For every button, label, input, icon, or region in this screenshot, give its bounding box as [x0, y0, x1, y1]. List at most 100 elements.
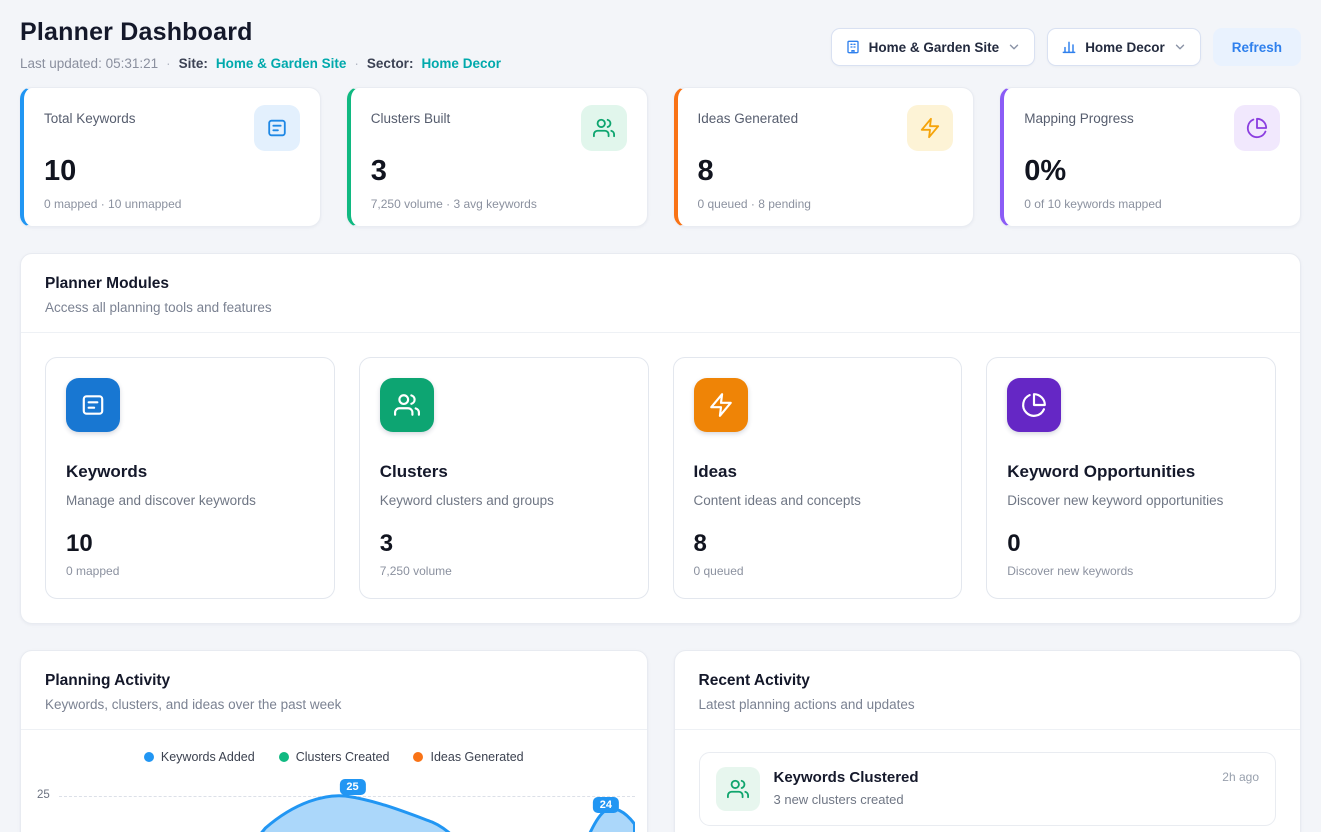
- building-icon: [845, 39, 861, 55]
- module-title: Clusters: [380, 462, 628, 482]
- stats-row: Total Keywords 10 0 mapped · 10 unmapped…: [20, 87, 1301, 227]
- users-icon: [380, 378, 434, 432]
- legend-clusters-created: Clusters Created: [279, 750, 390, 764]
- module-value: 3: [380, 530, 628, 558]
- page-title: Planner Dashboard: [20, 18, 501, 47]
- pie-chart-icon: [1234, 105, 1280, 151]
- stat-card-clusters-built: Clusters Built 3 7,250 volume · 3 avg ke…: [347, 87, 648, 227]
- stat-label: Mapping Progress: [1024, 105, 1134, 126]
- bolt-icon: [694, 378, 748, 432]
- module-card-keyword-opportunities[interactable]: Keyword Opportunities Discover new keywo…: [986, 357, 1276, 599]
- activity-item-timestamp: 2h ago: [1222, 770, 1259, 784]
- stat-card-mapping-progress: Mapping Progress 0% 0 of 10 keywords map…: [1000, 87, 1301, 227]
- planner-dashboard-page: Planner Dashboard Last updated: 05:31:21…: [0, 0, 1321, 832]
- module-value: 8: [694, 530, 942, 558]
- section-title: Planner Modules: [45, 275, 1276, 293]
- sector-label: Sector:: [367, 56, 414, 71]
- stat-value: 8: [698, 155, 954, 188]
- stat-card-total-keywords: Total Keywords 10 0 mapped · 10 unmapped: [20, 87, 321, 227]
- module-card-clusters[interactable]: Clusters Keyword clusters and groups 3 7…: [359, 357, 649, 599]
- y-axis-tick: 25: [37, 789, 50, 801]
- section-subtitle: Access all planning tools and features: [45, 300, 1276, 315]
- module-card-ideas[interactable]: Ideas Content ideas and concepts 8 0 que…: [673, 357, 963, 599]
- module-detail: 0 queued: [694, 564, 942, 578]
- legend-dot: [144, 752, 154, 762]
- stat-detail: 0 of 10 keywords mapped: [1024, 197, 1280, 211]
- recent-activity-list: Keywords Clustered 3 new clusters create…: [675, 730, 1301, 832]
- planner-modules-header: Planner Modules Access all planning tool…: [21, 254, 1300, 333]
- meta-separator: ·: [166, 56, 171, 71]
- sector-selector-label: Home Decor: [1085, 40, 1165, 55]
- header-meta: Last updated: 05:31:21 · Site: Home & Ga…: [20, 56, 501, 71]
- planner-modules-panel: Planner Modules Access all planning tool…: [20, 253, 1301, 624]
- section-title: Planning Activity: [45, 672, 623, 690]
- refresh-button[interactable]: Refresh: [1213, 28, 1301, 66]
- stat-detail: 0 queued · 8 pending: [698, 197, 954, 211]
- stat-value: 10: [44, 155, 300, 188]
- stat-detail: 0 mapped · 10 unmapped: [44, 197, 300, 211]
- legend-ideas-generated: Ideas Generated: [413, 750, 523, 764]
- module-value: 0: [1007, 530, 1255, 558]
- module-value: 10: [66, 530, 314, 558]
- module-title: Ideas: [694, 462, 942, 482]
- page-header: Planner Dashboard Last updated: 05:31:21…: [20, 18, 1301, 71]
- module-title: Keywords: [66, 462, 314, 482]
- stat-value: 3: [371, 155, 627, 188]
- users-icon: [716, 767, 760, 811]
- legend-label: Keywords Added: [161, 750, 255, 764]
- section-subtitle: Keywords, clusters, and ideas over the p…: [45, 697, 623, 712]
- document-icon: [254, 105, 300, 151]
- module-card-keywords[interactable]: Keywords Manage and discover keywords 10…: [45, 357, 335, 599]
- stat-label: Ideas Generated: [698, 105, 799, 126]
- section-title: Recent Activity: [699, 672, 1277, 690]
- chevron-down-icon: [1007, 40, 1021, 54]
- recent-activity-panel: Recent Activity Latest planning actions …: [674, 650, 1302, 832]
- bar-chart-icon: [1061, 39, 1077, 55]
- module-detail: 0 mapped: [66, 564, 314, 578]
- modules-grid: Keywords Manage and discover keywords 10…: [21, 333, 1300, 623]
- sector-link[interactable]: Home Decor: [421, 56, 501, 71]
- chevron-down-icon: [1173, 40, 1187, 54]
- bottom-row: Planning Activity Keywords, clusters, an…: [20, 650, 1301, 832]
- stat-card-ideas-generated: Ideas Generated 8 0 queued · 8 pending: [674, 87, 975, 227]
- legend-keywords-added: Keywords Added: [144, 750, 255, 764]
- planning-activity-header: Planning Activity Keywords, clusters, an…: [21, 651, 647, 730]
- activity-item-detail: 3 new clusters created: [774, 792, 1209, 807]
- module-description: Content ideas and concepts: [694, 493, 942, 508]
- chart-legend: Keywords Added Clusters Created Ideas Ge…: [21, 750, 647, 764]
- module-title: Keyword Opportunities: [1007, 462, 1255, 482]
- module-detail: Discover new keywords: [1007, 564, 1255, 578]
- legend-dot: [413, 752, 423, 762]
- module-detail: 7,250 volume: [380, 564, 628, 578]
- sector-selector-dropdown[interactable]: Home Decor: [1047, 28, 1201, 66]
- point-label-badge: 24: [593, 797, 619, 813]
- planning-activity-panel: Planning Activity Keywords, clusters, an…: [20, 650, 648, 832]
- last-updated-text: Last updated: 05:31:21: [20, 56, 158, 71]
- header-actions: Home & Garden Site Home Decor Refresh: [831, 28, 1301, 66]
- legend-label: Clusters Created: [296, 750, 390, 764]
- header-left: Planner Dashboard Last updated: 05:31:21…: [20, 18, 501, 71]
- point-label-badge: 25: [339, 779, 365, 795]
- meta-separator: ·: [354, 56, 359, 71]
- site-label: Site:: [179, 56, 208, 71]
- stat-value: 0%: [1024, 155, 1280, 188]
- activity-item-text: Keywords Clustered 3 new clusters create…: [774, 767, 1209, 807]
- legend-label: Ideas Generated: [430, 750, 523, 764]
- activity-list-item: Keywords Clustered 3 new clusters create…: [699, 752, 1277, 826]
- activity-item-title: Keywords Clustered: [774, 769, 1209, 786]
- section-subtitle: Latest planning actions and updates: [699, 697, 1277, 712]
- module-description: Manage and discover keywords: [66, 493, 314, 508]
- stat-detail: 7,250 volume · 3 avg keywords: [371, 197, 627, 211]
- site-selector-label: Home & Garden Site: [869, 40, 1000, 55]
- module-description: Keyword clusters and groups: [380, 493, 628, 508]
- stat-label: Clusters Built: [371, 105, 451, 126]
- bolt-icon: [907, 105, 953, 151]
- legend-dot: [279, 752, 289, 762]
- module-description: Discover new keyword opportunities: [1007, 493, 1255, 508]
- site-selector-dropdown[interactable]: Home & Garden Site: [831, 28, 1036, 66]
- planning-activity-chart: 25 25 24: [21, 776, 647, 832]
- document-icon: [66, 378, 120, 432]
- recent-activity-header: Recent Activity Latest planning actions …: [675, 651, 1301, 730]
- users-icon: [581, 105, 627, 151]
- site-link[interactable]: Home & Garden Site: [216, 56, 347, 71]
